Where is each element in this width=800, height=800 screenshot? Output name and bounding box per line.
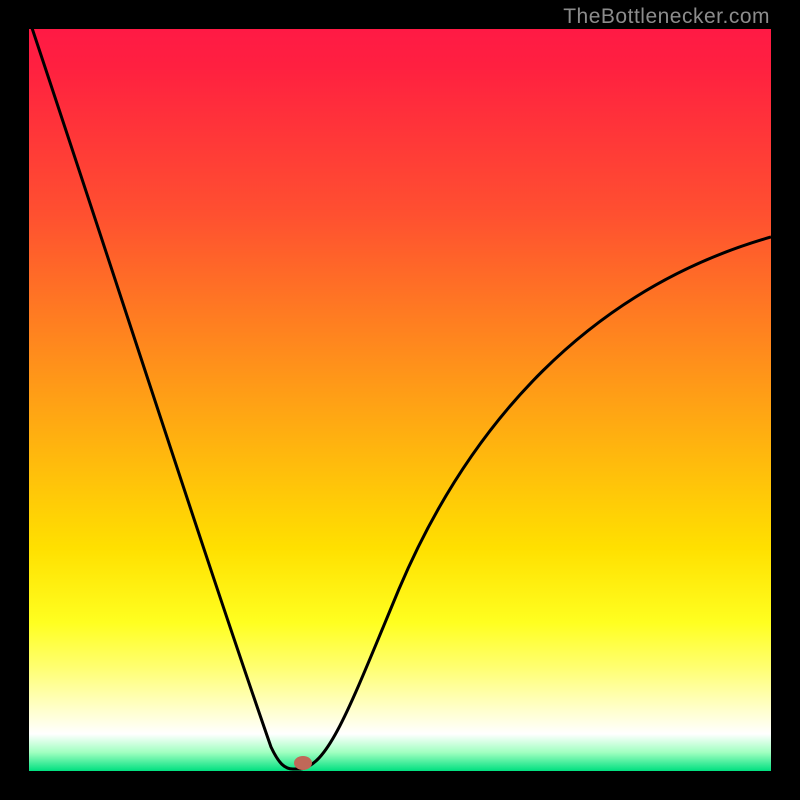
curve-left-branch <box>29 29 293 769</box>
attribution-text: TheBottlenecker.com <box>563 5 770 29</box>
curve-svg <box>29 29 771 771</box>
curve-right-branch <box>301 237 771 769</box>
chart-container: TheBottlenecker.com <box>0 0 800 800</box>
plot-area <box>29 29 771 771</box>
minimum-marker <box>294 756 312 770</box>
